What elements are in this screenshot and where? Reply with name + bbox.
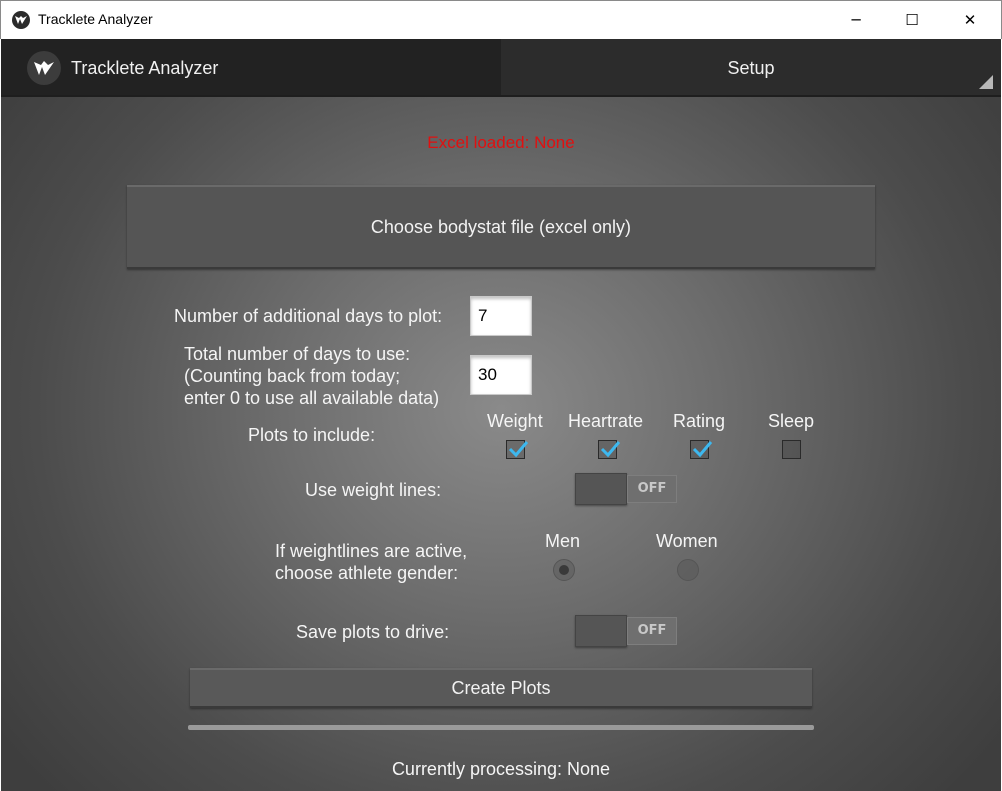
close-button[interactable]: ✕ <box>947 1 993 40</box>
save-plots-label: Save plots to drive: <box>296 622 450 642</box>
gender-label-line2: choose athlete gender: <box>275 563 459 583</box>
checkmark-icon <box>600 441 621 458</box>
switch-state: OFF <box>627 475 677 503</box>
additional-days-input[interactable]: 7 <box>470 296 532 336</box>
gender-option-label-women: Women <box>656 531 718 551</box>
overflow-corner-icon[interactable] <box>979 75 993 89</box>
create-plots-button[interactable]: Create Plots <box>190 668 812 708</box>
weight-lines-switch[interactable]: OFF <box>575 473 679 505</box>
switch-knob <box>575 473 627 505</box>
plot-option-label-weight: Weight <box>487 411 543 431</box>
checkmark-icon <box>508 441 529 458</box>
total-days-input[interactable]: 30 <box>470 355 532 395</box>
switch-state: OFF <box>627 617 677 645</box>
kivy-logo-icon <box>12 11 30 29</box>
heartrate-checkbox[interactable] <box>598 440 621 459</box>
gender-option-label-men: Men <box>545 531 581 551</box>
gender-label-line1: If weightlines are active, <box>275 541 468 561</box>
women-radio[interactable] <box>677 559 699 581</box>
save-plots-switch[interactable]: OFF <box>575 615 679 647</box>
plot-option-label-rating: Rating <box>673 411 726 431</box>
weight-checkbox[interactable] <box>506 440 529 459</box>
sleep-checkbox[interactable] <box>782 440 801 459</box>
total-days-label-line3: enter 0 to use all available data) <box>184 388 440 408</box>
maximize-button[interactable]: ☐ <box>889 1 935 40</box>
men-radio[interactable] <box>553 559 575 581</box>
plot-option-label-heartrate: Heartrate <box>568 411 644 431</box>
minimize-button[interactable]: ─ <box>833 1 879 40</box>
app-root: Tracklete Analyzer Setup Excel loaded: N… <box>1 39 1001 791</box>
weight-lines-label: Use weight lines: <box>305 480 442 500</box>
plot-option-label-sleep: Sleep <box>768 411 815 431</box>
progress-bar <box>188 725 814 730</box>
action-bar: Tracklete Analyzer Setup <box>1 39 1001 97</box>
app-logo-icon <box>27 51 61 85</box>
total-days-label-line2: (Counting back from today; <box>184 366 401 386</box>
checkmark-icon <box>692 441 713 458</box>
additional-days-label: Number of additional days to plot: <box>174 306 443 326</box>
window-titlebar: Tracklete Analyzer ─ ☐ ✕ <box>0 0 1002 39</box>
action-bar-title: Tracklete Analyzer <box>71 58 219 78</box>
total-days-label-line1: Total number of days to use: <box>184 344 411 364</box>
rating-checkbox[interactable] <box>690 440 713 459</box>
choose-file-button[interactable]: Choose bodystat file (excel only) <box>127 185 875 269</box>
switch-knob <box>575 615 627 647</box>
radio-dot <box>559 565 569 575</box>
action-bar-previous[interactable]: Tracklete Analyzer <box>1 39 501 95</box>
plots-label: Plots to include: <box>248 425 376 445</box>
setup-button[interactable]: Setup <box>701 58 801 79</box>
processing-status: Currently processing: None <box>391 759 611 779</box>
window-title: Tracklete Analyzer <box>38 11 153 27</box>
excel-status: Excel loaded: None <box>427 133 575 152</box>
